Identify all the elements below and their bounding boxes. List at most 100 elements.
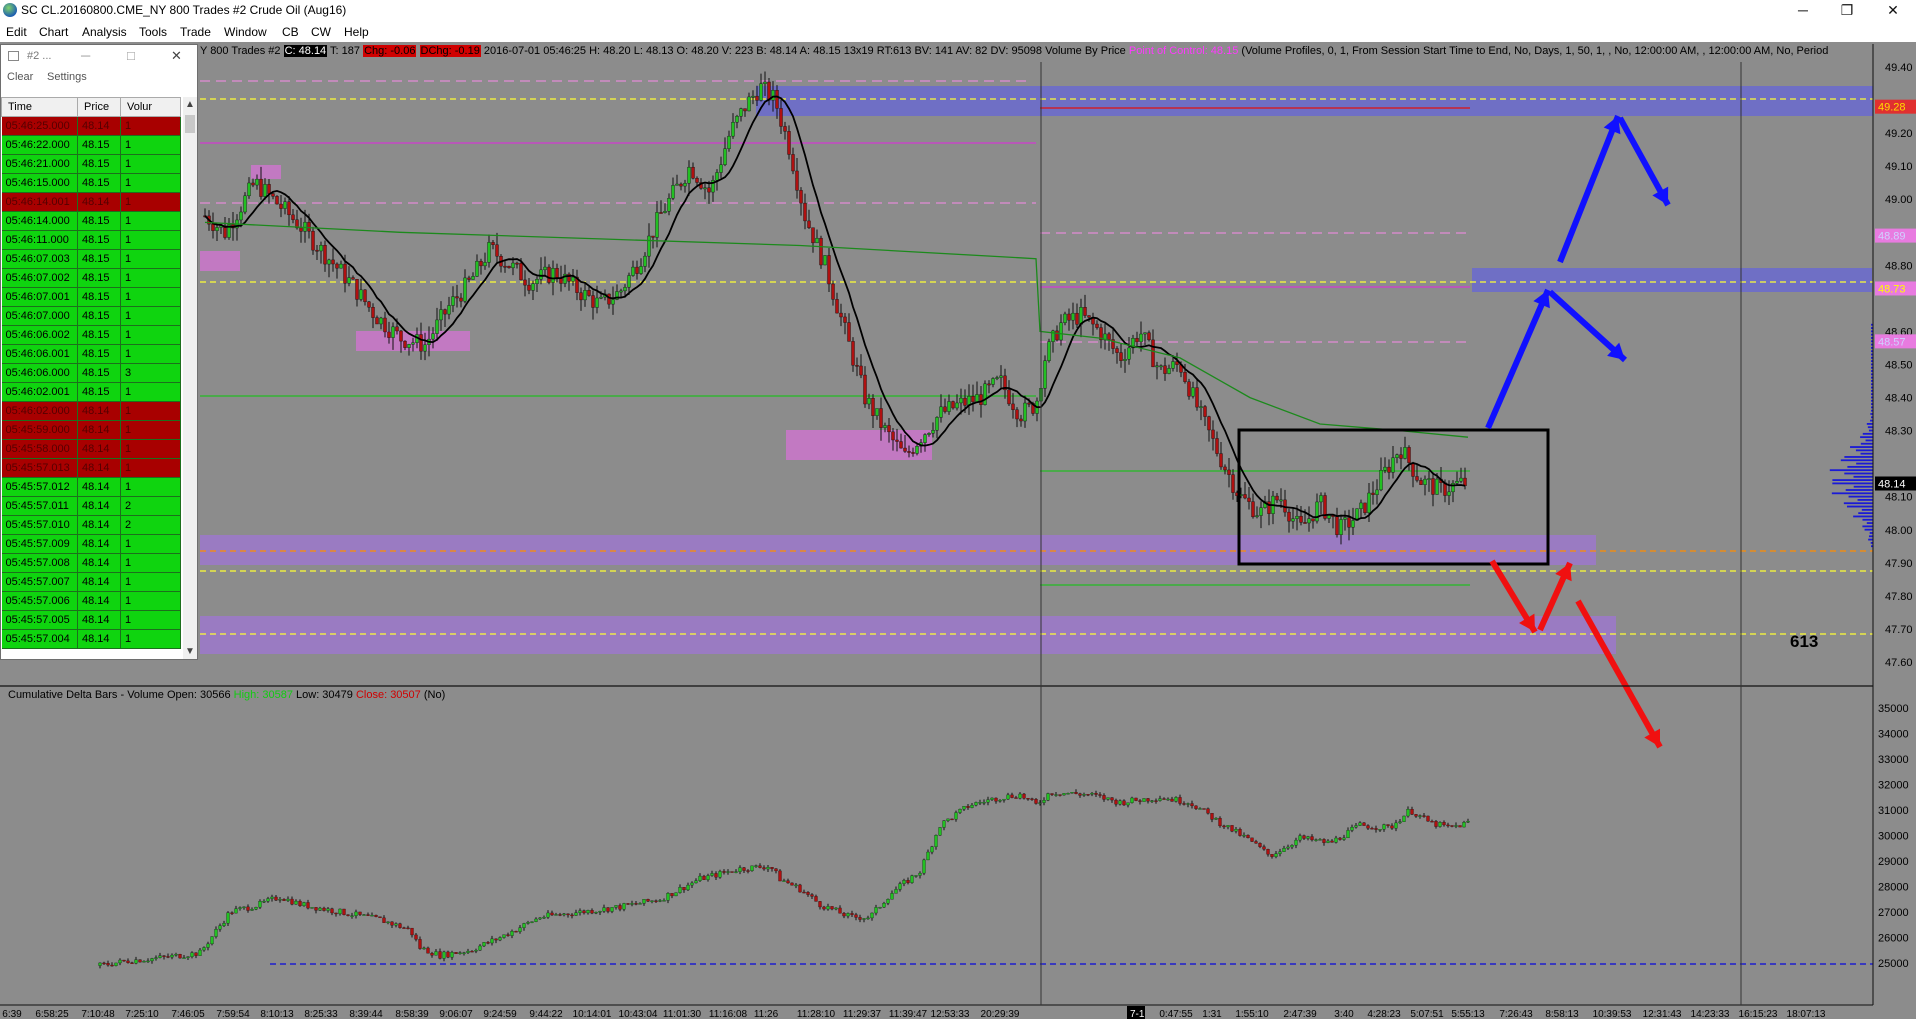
candle-bar: [1163, 365, 1167, 374]
trade-row[interactable]: 05:45:58.000 48.14 1: [1, 439, 181, 459]
volume-profile-bar: [1866, 423, 1873, 425]
candle-bar: [363, 289, 367, 303]
trade-row[interactable]: 05:45:57.007 48.14 1: [1, 572, 181, 592]
candle-bar: [1255, 515, 1259, 518]
scroll-up-icon[interactable]: ▲: [185, 99, 195, 110]
delta-bar: [1442, 822, 1446, 826]
candle-bar: [819, 237, 823, 266]
trade-row[interactable]: 05:46:07.003 48.15 1: [1, 249, 181, 269]
candle-bar: [535, 279, 539, 284]
trade-volume: 1: [120, 135, 181, 155]
trade-row[interactable]: 05:46:11.000 48.15 1: [1, 230, 181, 250]
settings-button[interactable]: Settings: [47, 71, 87, 83]
trade-row[interactable]: 05:46:06.002 48.15 1: [1, 325, 181, 345]
delta-bar: [578, 910, 582, 913]
trade-row[interactable]: 05:45:57.012 48.14 1: [1, 477, 181, 497]
trade-price: 48.15: [77, 154, 121, 174]
trade-row[interactable]: 05:46:14.001 48.14 1: [1, 192, 181, 212]
delta-bar: [1182, 803, 1186, 805]
candle-bar: [1339, 519, 1343, 535]
price-marker-red: 49.28: [1878, 102, 1906, 114]
time-and-sales-window[interactable]: #2 ... ─ □ ✕ Clear Settings Time Price V…: [0, 44, 198, 660]
trade-row[interactable]: 05:45:57.008 48.14 1: [1, 553, 181, 573]
delta-bar: [794, 884, 798, 887]
trade-price: 48.14: [77, 420, 121, 440]
trade-row[interactable]: 05:46:25.000 48.14 1: [1, 116, 181, 136]
trade-row[interactable]: 05:46:06.000 48.15 3: [1, 363, 181, 383]
trade-row[interactable]: 05:46:07.001 48.15 1: [1, 287, 181, 307]
candle-bar: [791, 154, 795, 172]
delta-bar: [930, 846, 934, 853]
trade-row[interactable]: 05:46:06.001 48.15 1: [1, 344, 181, 364]
ts-minimize-button[interactable]: ─: [81, 48, 90, 63]
delta-bar: [1230, 825, 1234, 832]
candle-bar: [811, 227, 815, 244]
volume-profile-bar: [1855, 449, 1873, 452]
delta-bar: [654, 900, 658, 902]
candle-bar: [1319, 495, 1323, 503]
trade-row[interactable]: 05:46:21.000 48.15 1: [1, 154, 181, 174]
candle-bar: [1371, 492, 1375, 495]
candle-bar: [1055, 330, 1059, 341]
clear-button[interactable]: Clear: [7, 71, 33, 83]
delta-bar: [1174, 797, 1178, 802]
trade-row[interactable]: 05:45:57.010 48.14 2: [1, 515, 181, 535]
trade-row[interactable]: 05:45:57.009 48.14 1: [1, 534, 181, 554]
delta-bar: [1062, 793, 1066, 796]
trade-volume: 2: [120, 515, 181, 535]
delta-bar: [682, 887, 686, 891]
delta-bar: [1210, 813, 1214, 820]
candle-bar: [1075, 312, 1079, 325]
trade-price: 48.14: [77, 439, 121, 459]
delta-bar: [350, 915, 354, 917]
price-chart[interactable]: 613 49.4049.2049.1049.0048.8048.6048.504…: [0, 0, 1916, 1019]
trade-time: 05:45:58.000: [1, 439, 78, 459]
trade-row[interactable]: 05:46:07.002 48.15 1: [1, 268, 181, 288]
time-tick-label: 10:39:53: [1593, 1009, 1632, 1019]
delta-bar: [498, 937, 502, 941]
candle-bar: [871, 398, 875, 416]
candle-bar: [887, 425, 891, 433]
volume-profile-bar: [1845, 489, 1873, 491]
candle-bar: [1079, 307, 1083, 325]
trade-row[interactable]: 05:45:57.006 48.14 1: [1, 591, 181, 611]
price-tick-label: 47.80: [1885, 591, 1913, 603]
candle-bar: [763, 81, 767, 84]
delta-bar: [806, 892, 810, 895]
volume-profile-bar: [1844, 472, 1873, 475]
trade-row[interactable]: 05:45:57.011 48.14 2: [1, 496, 181, 516]
ts-titlebar[interactable]: #2 ... ─ □ ✕: [1, 45, 197, 67]
volume-profile-bar: [1866, 522, 1873, 524]
trade-row[interactable]: 05:46:14.000 48.15 1: [1, 211, 181, 231]
col-time[interactable]: Time: [1, 97, 78, 117]
delta-bar: [1422, 815, 1426, 817]
window-icon: [8, 51, 19, 61]
delta-bar: [674, 892, 678, 897]
delta-bar: [330, 908, 334, 914]
trade-row[interactable]: 05:46:02.001 48.15 1: [1, 382, 181, 402]
delta-close: Close: 30507: [356, 689, 424, 701]
ts-scrollbar[interactable]: ▲ ▼: [183, 97, 197, 659]
scroll-thumb[interactable]: [185, 115, 195, 133]
time-tick-label: 14:23:33: [1691, 1009, 1730, 1019]
trade-row[interactable]: 05:45:57.004 48.14 1: [1, 629, 181, 649]
trade-row[interactable]: 05:46:22.000 48.15 1: [1, 135, 181, 155]
trade-row[interactable]: 05:45:59.000 48.14 1: [1, 420, 181, 440]
trade-row[interactable]: 05:46:02.000 48.14 1: [1, 401, 181, 421]
trade-row[interactable]: 05:45:57.005 48.14 1: [1, 610, 181, 630]
candle-bar: [1195, 387, 1199, 408]
delta-bar: [1342, 837, 1346, 840]
candle-bar: [279, 203, 283, 209]
scroll-down-icon[interactable]: ▼: [185, 646, 195, 657]
candle-bar: [287, 201, 291, 216]
ts-close-button[interactable]: ✕: [171, 48, 182, 64]
col-price[interactable]: Price: [77, 97, 121, 117]
ts-maximize-button[interactable]: □: [127, 48, 135, 63]
trade-row[interactable]: 05:46:15.000 48.15 1: [1, 173, 181, 193]
delta-bar: [1114, 799, 1118, 805]
delta-bar: [886, 899, 890, 904]
trade-row[interactable]: 05:45:57.013 48.14 1: [1, 458, 181, 478]
candle-bar: [1203, 406, 1207, 417]
trade-row[interactable]: 05:46:07.000 48.15 1: [1, 306, 181, 326]
col-volume[interactable]: Volur: [120, 97, 181, 117]
